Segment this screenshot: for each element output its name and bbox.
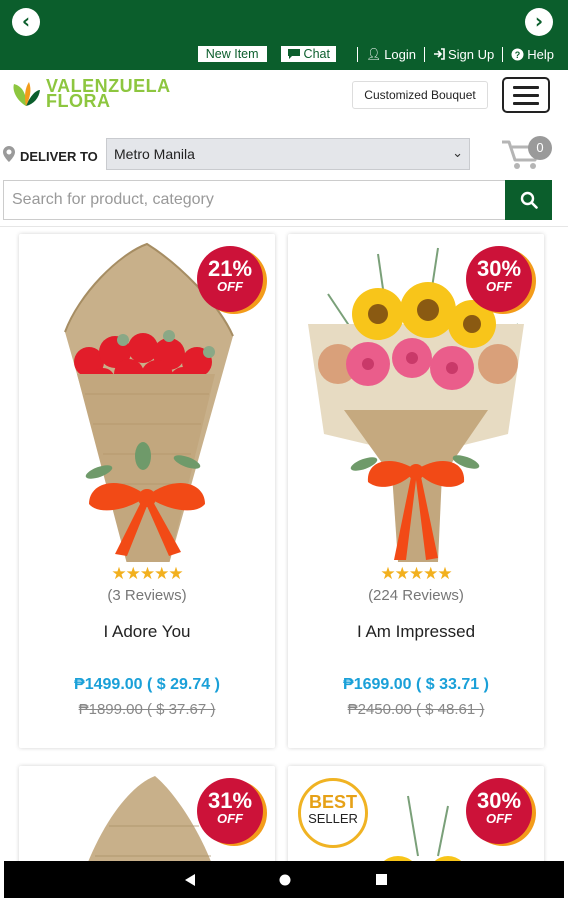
signup-link[interactable]: Sign Up: [433, 47, 494, 62]
location-pin-icon: [3, 146, 15, 162]
brand-name: VALENZUELA FLORA: [46, 77, 171, 111]
best-seller-badge: BEST SELLER: [298, 778, 368, 848]
discount-percent: 30%: [476, 256, 522, 281]
search-button[interactable]: [505, 180, 552, 220]
seller-label: SELLER: [308, 811, 358, 826]
divider: [424, 46, 425, 62]
discount-off-label: OFF: [486, 279, 512, 294]
search-bar: Search for product, category: [3, 180, 552, 220]
question-circle-icon: ?: [511, 48, 524, 60]
star-rating: ★★★★★: [111, 564, 183, 584]
review-count[interactable]: (224 Reviews): [288, 587, 544, 604]
divider: [0, 226, 568, 227]
product-name[interactable]: I Adore You: [19, 622, 275, 642]
product-price: ₱1699.00 ( $ 33.71 ): [343, 676, 489, 693]
help-label: Help: [527, 46, 554, 62]
star-rating: ★★★★★: [380, 564, 452, 584]
discount-percent: 21%: [207, 256, 253, 281]
search-icon: [520, 191, 538, 209]
top-links: New Item Chat 👤︎ Login Sign Up ? Help: [196, 44, 554, 64]
discount-off-label: OFF: [217, 811, 243, 826]
product-image[interactable]: 30% OFF: [288, 234, 544, 562]
location-value: Metro Manila: [114, 146, 195, 162]
product-image[interactable]: 21% OFF: [19, 234, 275, 562]
product-name[interactable]: I Am Impressed: [288, 622, 544, 642]
deliver-row: DELIVER TO Metro Manila ⌄ 0: [0, 136, 568, 174]
top-bar: ‹ › New Item Chat 👤︎ Login Sign Up ? Hel…: [0, 0, 568, 70]
divider: [356, 46, 358, 62]
discount-percent: 30%: [476, 788, 522, 813]
divider: [502, 46, 504, 62]
help-link[interactable]: ? Help: [511, 47, 554, 62]
chat-button[interactable]: Chat: [279, 45, 337, 63]
customized-bouquet-button[interactable]: Customized Bouquet: [352, 81, 488, 109]
brand-logo[interactable]: VALENZUELA FLORA: [10, 77, 171, 111]
leaf-logo-icon: [13, 82, 40, 106]
svg-text:?: ?: [515, 50, 521, 60]
product-card[interactable]: 30% OFF ★★★★★ (224 Reviews) I Am Impress…: [288, 234, 544, 748]
chat-bubble-icon: [287, 49, 300, 59]
back-triangle-icon[interactable]: [176, 861, 206, 898]
brand-line-2: FLORA: [46, 91, 111, 111]
search-input[interactable]: Search for product, category: [3, 180, 505, 220]
discount-badge: 30% OFF: [466, 246, 532, 312]
discount-badge: 21% OFF: [197, 246, 263, 312]
signup-label: Sign Up: [448, 46, 495, 62]
home-circle-icon[interactable]: [270, 861, 300, 898]
discount-percent: 31%: [207, 788, 253, 813]
user-icon: 👤︎: [365, 47, 382, 61]
discount-off-label: OFF: [217, 279, 243, 294]
original-price: ₱2450.00 ( $ 48.61 ): [347, 701, 485, 718]
cart-count-badge: 0: [528, 136, 552, 160]
deliver-to-label: DELIVER TO: [20, 149, 98, 164]
discount-off-label: OFF: [486, 811, 512, 826]
system-navigation-bar: [4, 861, 564, 898]
discount-badge: 30% OFF: [466, 778, 532, 844]
sign-in-icon: [434, 48, 445, 60]
login-label: Login: [384, 46, 416, 62]
discount-badge: 31% OFF: [197, 778, 263, 844]
best-label: BEST: [308, 792, 357, 812]
back-arrow-icon[interactable]: ‹: [12, 8, 40, 36]
login-link[interactable]: 👤︎ Login: [366, 47, 416, 62]
header: VALENZUELA FLORA Customized Bouquet: [0, 70, 568, 128]
review-count[interactable]: (3 Reviews): [19, 587, 275, 604]
forward-arrow-icon[interactable]: ›: [525, 8, 553, 36]
recents-square-icon[interactable]: [366, 861, 396, 898]
chat-label: Chat: [303, 47, 330, 61]
chevron-down-icon: ⌄: [452, 146, 463, 161]
location-select[interactable]: Metro Manila ⌄: [106, 138, 470, 170]
original-price: ₱1899.00 ( $ 37.67 ): [78, 701, 216, 718]
hamburger-menu-icon[interactable]: [502, 77, 550, 113]
new-item-button[interactable]: New Item: [196, 45, 268, 63]
product-price: ₱1499.00 ( $ 29.74 ): [74, 676, 220, 693]
product-card[interactable]: 21% OFF ★★★★★ (3 Reviews) I Adore You ₱1…: [19, 234, 275, 748]
